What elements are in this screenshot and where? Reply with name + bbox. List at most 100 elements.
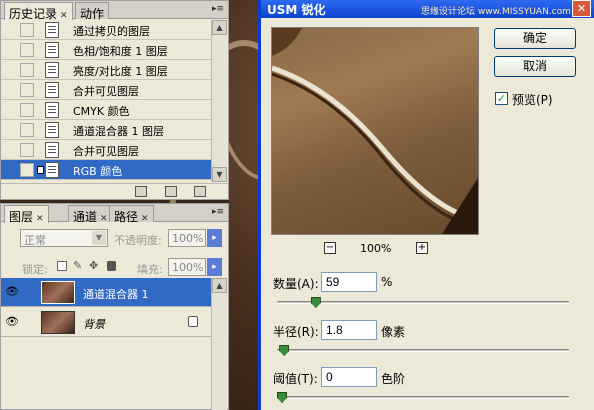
history-item-label: 合并可见图层: [73, 85, 139, 98]
chevron-right-icon[interactable]: ▸: [207, 229, 222, 247]
history-item-label: 色相/饱和度 1 图层: [73, 45, 168, 58]
dialog-title: USM 锐化: [267, 3, 326, 17]
amount-unit: %: [381, 275, 393, 289]
history-item[interactable]: 通过拷贝的图层: [1, 20, 212, 40]
eye-icon[interactable]: 👁: [4, 315, 20, 329]
document-icon: [45, 142, 59, 158]
close-icon[interactable]: ✕: [36, 214, 44, 224]
snapshot-source-checkbox[interactable]: [20, 83, 34, 97]
history-item-label: 通道混合器 1 图层: [73, 125, 164, 138]
tab-layers[interactable]: 图层 ✕: [4, 205, 49, 224]
eye-icon[interactable]: 👁: [4, 285, 20, 299]
layer-row[interactable]: 👁 背景: [1, 308, 212, 337]
history-item-label: 合并可见图层: [73, 145, 139, 158]
snapshot-source-checkbox[interactable]: [20, 143, 34, 157]
threshold-slider[interactable]: [277, 392, 569, 403]
panel-menu-icon[interactable]: ▸≡: [212, 4, 224, 14]
zoom-in-icon[interactable]: +: [416, 242, 428, 254]
trash-icon[interactable]: [194, 186, 206, 197]
opacity-input[interactable]: 100% ▸: [168, 229, 222, 247]
blend-mode-select[interactable]: 正常 ▼: [20, 229, 108, 247]
lock-move-icon[interactable]: ✥: [89, 259, 98, 272]
close-icon[interactable]: ✕: [100, 214, 108, 224]
amount-input[interactable]: [321, 272, 377, 292]
zoom-out-icon[interactable]: −: [324, 242, 336, 254]
ok-button[interactable]: 确定: [494, 28, 576, 49]
radius-slider-thumb[interactable]: [279, 345, 290, 356]
snapshot-source-checkbox[interactable]: [20, 123, 34, 137]
chevron-right-icon[interactable]: ▸: [207, 258, 222, 276]
lock-label: 锁定:: [22, 263, 48, 276]
preview-svg: [272, 28, 478, 234]
history-scrollbar[interactable]: ▲ ▼: [211, 20, 227, 182]
chevron-down-icon: ▼: [92, 231, 106, 245]
panel-menu-icon[interactable]: ▸≡: [212, 207, 224, 217]
tab-paths-label: 路径: [114, 210, 139, 224]
history-item[interactable]: RGB 颜色: [1, 160, 212, 180]
layer-name: 通道混合器 1: [83, 288, 149, 301]
preview-checkbox-label: 预览(P): [512, 93, 553, 107]
history-item-label: 亮度/对比度 1 图层: [73, 65, 168, 78]
preview-image[interactable]: [271, 27, 479, 235]
snapshot-source-checkbox[interactable]: [20, 43, 34, 57]
history-state-marker-icon: [37, 166, 44, 174]
snapshot-source-checkbox[interactable]: [20, 103, 34, 117]
history-item[interactable]: 合并可见图层: [1, 80, 212, 100]
history-item[interactable]: CMYK 颜色: [1, 100, 212, 120]
tab-actions[interactable]: 动作: [75, 2, 110, 21]
close-icon[interactable]: ✕: [572, 0, 591, 17]
close-icon[interactable]: ✕: [141, 214, 149, 224]
document-icon: [45, 22, 59, 38]
cancel-button[interactable]: 取消: [494, 56, 576, 77]
scroll-up-icon[interactable]: ▲: [212, 278, 227, 293]
history-item[interactable]: 亮度/对比度 1 图层: [1, 60, 212, 80]
layers-panel: 图层 ✕ 通道 ✕ 路径 ✕ ▸≡ 正常 ▼ 不透明度: 100% ▸ 锁定: ✎ ✥…: [0, 203, 229, 410]
history-item-label: CMYK 颜色: [73, 105, 130, 118]
lock-all-icon[interactable]: [107, 261, 116, 271]
history-bottom-bar: [1, 183, 228, 199]
radius-unit: 像素: [381, 325, 406, 339]
lock-transparency-icon[interactable]: [57, 261, 67, 271]
new-document-icon[interactable]: [135, 186, 147, 197]
document-icon: [45, 102, 59, 118]
lock-icon: [188, 316, 198, 327]
history-item[interactable]: 色相/饱和度 1 图层: [1, 40, 212, 60]
scroll-down-icon[interactable]: ▼: [212, 167, 227, 182]
layers-tabbar: 图层 ✕ 通道 ✕ 路径 ✕ ▸≡: [1, 204, 228, 224]
amount-slider[interactable]: [277, 297, 569, 308]
dialog-titlebar[interactable]: USM 锐化 思缘设计论坛 www.MISSYUAN.com ✕: [261, 0, 594, 18]
preview-top-shade: [272, 28, 302, 56]
document-icon: [45, 82, 59, 98]
snapshot-source-checkbox[interactable]: [20, 163, 34, 177]
layer-thumbnail: [41, 281, 75, 304]
layer-row[interactable]: 👁 通道混合器 1: [1, 278, 212, 307]
fill-input[interactable]: 100% ▸: [168, 258, 222, 276]
fill-value: 100%: [172, 261, 204, 274]
threshold-slider-thumb[interactable]: [277, 392, 287, 403]
amount-slider-thumb[interactable]: [310, 297, 321, 308]
lock-paint-icon[interactable]: ✎: [73, 259, 82, 272]
tab-paths[interactable]: 路径 ✕: [109, 205, 154, 224]
document-icon: [45, 62, 59, 78]
tab-history[interactable]: 历史记录 ✕: [4, 2, 73, 21]
history-item-label: 通过拷贝的图层: [73, 25, 150, 38]
history-item[interactable]: 通道混合器 1 图层: [1, 120, 212, 140]
threshold-input[interactable]: [321, 367, 377, 387]
snapshot-source-checkbox[interactable]: [20, 63, 34, 77]
document-icon: [45, 122, 59, 138]
fill-label: 填充:: [137, 263, 163, 276]
history-panel: 历史记录 ✕ 动作 ▸≡ 通过拷贝的图层色相/饱和度 1 图层 亮度/对比度 1 图…: [0, 0, 229, 200]
tab-layers-label: 图层: [9, 210, 34, 224]
radius-slider[interactable]: [277, 345, 569, 356]
history-item[interactable]: 合并可见图层: [1, 140, 212, 160]
history-tabbar: 历史记录 ✕ 动作 ▸≡: [1, 1, 228, 21]
tab-history-label: 历史记录: [9, 7, 58, 21]
snapshot-source-checkbox[interactable]: [20, 23, 34, 37]
threshold-unit: 色阶: [381, 372, 406, 386]
radius-input[interactable]: [321, 320, 377, 340]
layers-scrollbar[interactable]: ▲: [211, 278, 227, 410]
tab-channels[interactable]: 通道 ✕: [68, 205, 113, 224]
zoom-level: 100%: [360, 242, 392, 255]
snapshot-icon[interactable]: [165, 186, 177, 197]
scroll-up-icon[interactable]: ▲: [212, 20, 227, 35]
